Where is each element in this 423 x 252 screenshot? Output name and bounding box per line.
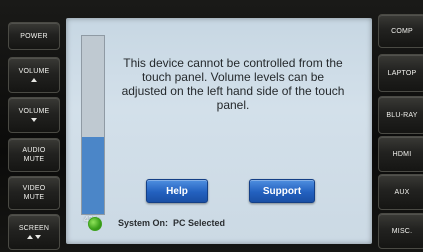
- source-aux-button[interactable]: AUX: [378, 174, 423, 210]
- source-hdmi-button[interactable]: HDMI: [378, 136, 423, 172]
- help-button[interactable]: Help: [146, 179, 208, 203]
- screen-button-label: SCREEN: [18, 225, 50, 232]
- arrow-down-icon: [35, 235, 41, 239]
- source-bluray-label: BLU-RAY: [386, 111, 418, 119]
- video-mute-label: VIDEO MUTE: [22, 185, 46, 201]
- arrow-up-icon: [27, 235, 33, 239]
- status-value: PC Selected: [173, 218, 226, 228]
- video-mute-button[interactable]: VIDEO MUTE: [8, 176, 60, 210]
- support-button[interactable]: Support: [249, 179, 315, 203]
- status-label: System On:: [118, 218, 169, 228]
- arrow-down-icon: [31, 118, 37, 122]
- volume-down-label: VOLUME: [18, 108, 50, 115]
- audio-mute-label: AUDIO MUTE: [22, 147, 46, 163]
- source-aux-label: AUX: [394, 188, 410, 196]
- help-button-label: Help: [166, 185, 188, 197]
- arrow-up-icon: [31, 78, 37, 82]
- source-hdmi-label: HDMI: [392, 150, 412, 158]
- source-laptop-button[interactable]: LAPTOP: [378, 54, 423, 92]
- status-indicator-icon: [88, 217, 102, 231]
- touch-screen: 43% This device cannot be controlled fro…: [66, 18, 372, 244]
- power-button-label: POWER: [20, 32, 48, 40]
- source-comp-button[interactable]: COMP: [378, 14, 423, 48]
- power-button[interactable]: POWER: [8, 22, 60, 50]
- volume-down-button[interactable]: VOLUME: [8, 97, 60, 133]
- support-button-label: Support: [262, 185, 302, 197]
- source-misc-label: MISC.: [391, 227, 413, 235]
- source-comp-label: COMP: [391, 27, 413, 35]
- volume-up-label: VOLUME: [18, 68, 50, 75]
- system-status: System On: PC Selected: [118, 218, 225, 228]
- source-laptop-label: LAPTOP: [387, 69, 417, 77]
- audio-mute-button[interactable]: AUDIO MUTE: [8, 138, 60, 172]
- volume-meter: [81, 35, 105, 215]
- screen-arrows: [27, 235, 41, 239]
- volume-meter-fill: [82, 137, 104, 214]
- device-message: This device cannot be controlled from th…: [121, 56, 345, 112]
- source-bluray-button[interactable]: BLU-RAY: [378, 96, 423, 134]
- screen-button[interactable]: SCREEN: [8, 214, 60, 250]
- volume-up-button[interactable]: VOLUME: [8, 57, 60, 93]
- source-misc-button[interactable]: MISC.: [378, 213, 423, 249]
